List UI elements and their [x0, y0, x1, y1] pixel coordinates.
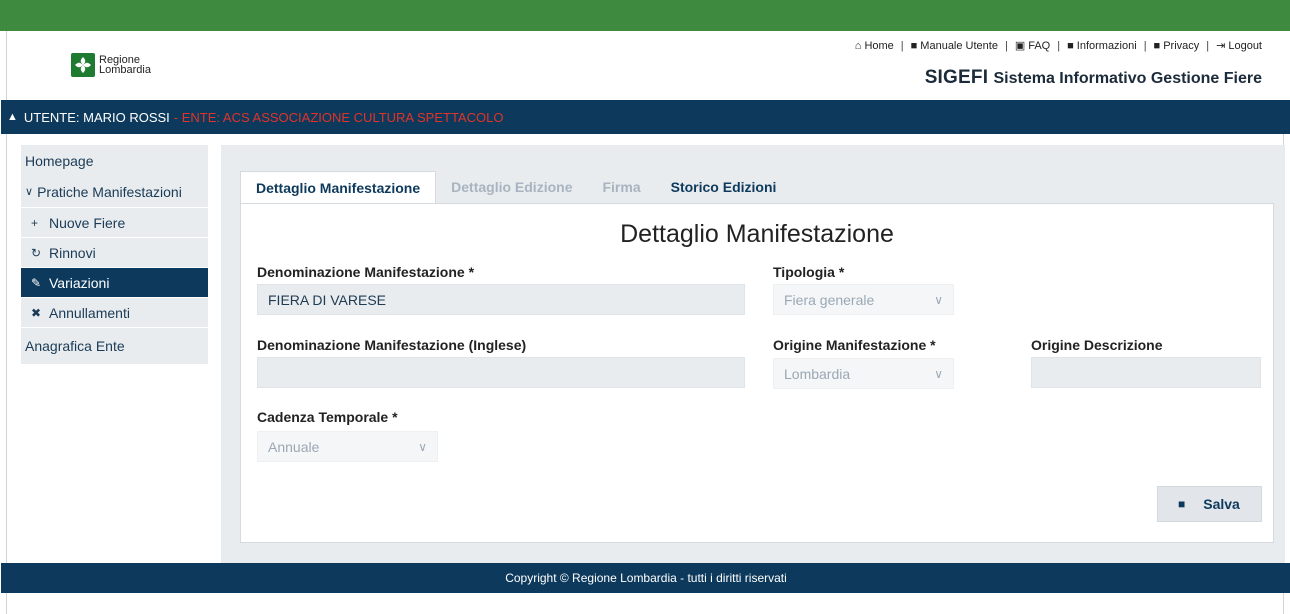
denominazione-value: FIERA DI VARESE	[268, 291, 386, 308]
separator: |	[900, 40, 904, 52]
refresh-icon: ↻	[31, 245, 42, 260]
faq-icon: ▣	[1014, 39, 1026, 52]
cadenza-label: Cadenza Temporale *	[257, 409, 398, 425]
separator: |	[1057, 40, 1061, 52]
logo-line2: Lombardia	[99, 64, 151, 76]
separator: |	[1143, 40, 1147, 52]
origine-descrizione-input[interactable]	[1031, 357, 1261, 388]
sidebar-item-label: Annullamenti	[49, 304, 130, 321]
plus-icon: +	[31, 215, 39, 230]
denominazione-input[interactable]: FIERA DI VARESE	[257, 284, 745, 315]
chevron-down-icon: ∨	[418, 439, 427, 454]
header: Regione Lombardia ⌂ Home | ■ Manuale Utent…	[7, 31, 1285, 100]
footer-text: Copyright © Regione Lombardia - tutti i …	[505, 571, 787, 585]
sidebar-group-label: Pratiche Manifestazioni	[37, 183, 182, 200]
document-icon: ■	[1067, 39, 1074, 52]
lombardia-rose-icon	[71, 53, 95, 77]
save-button[interactable]: ■ Salva	[1157, 486, 1262, 522]
origine-descrizione-label: Origine Descrizione	[1031, 337, 1163, 353]
sidebar-item-label: Rinnovi	[49, 244, 96, 261]
chevron-down-icon: ∨	[934, 366, 943, 381]
sidebar-item-variazioni[interactable]: ✎ Variazioni	[21, 267, 208, 297]
chevron-down-icon: ∨	[25, 186, 34, 198]
denominazione-en-label: Denominazione Manifestazione (Inglese)	[257, 337, 527, 353]
user-icon: ▲	[7, 111, 18, 123]
app-title: SIGEFI Sistema Informativo Gestione Fier…	[925, 67, 1262, 89]
faq-link[interactable]: ▣ FAQ	[1015, 40, 1050, 52]
sidebar-item-rinnovi[interactable]: ↻ Rinnovi	[21, 237, 208, 267]
pencil-icon: ✎	[31, 275, 42, 290]
app-frame: Regione Lombardia ⌂ Home | ■ Manuale Utent…	[1, 31, 1290, 614]
manuale-link[interactable]: ■ Manuale Utente	[911, 40, 998, 52]
tipologia-label: Tipologia *	[773, 264, 845, 280]
user-bar: ▲ UTENTE: MARIO ROSSI - ENTE: ACS ASSOCI…	[1, 100, 1290, 134]
privacy-link[interactable]: ■ Privacy	[1154, 40, 1200, 52]
user-name: UTENTE: MARIO ROSSI	[23, 109, 170, 125]
tab-dettaglio-manifestazione[interactable]: Dettaglio Manifestazione	[240, 171, 437, 203]
sidebar-group-pratiche[interactable]: ∨ Pratiche Manifestazioni	[21, 176, 208, 207]
top-green-bar	[0, 0, 1290, 31]
sidebar-item-anagrafica[interactable]: Anagrafica Ente	[21, 327, 208, 364]
denominazione-label: Denominazione Manifestazione *	[257, 264, 475, 280]
home-link[interactable]: ⌂ Home	[855, 40, 894, 52]
top-links: ⌂ Home | ■ Manuale Utente | ▣ FAQ | ■ Inform…	[855, 40, 1262, 52]
tipologia-value: Fiera generale	[784, 291, 875, 308]
chevron-down-icon: ∨	[934, 292, 943, 307]
home-icon: ⌂	[854, 39, 862, 52]
document-icon: ■	[1153, 39, 1161, 52]
separator: |	[1206, 40, 1210, 52]
sidebar-item-label: Variazioni	[49, 274, 110, 291]
tab-firma[interactable]: Firma	[587, 171, 655, 203]
sidebar: Homepage ∨ Pratiche Manifestazioni + Nuo…	[21, 145, 208, 380]
origine-value: Lombardia	[784, 365, 851, 382]
app-acronym: SIGEFI	[924, 67, 989, 88]
tab-dettaglio-edizione[interactable]: Dettaglio Edizione	[436, 171, 587, 203]
cadenza-select[interactable]: Annuale ∨	[257, 431, 438, 462]
floppy-icon: ■	[1178, 497, 1186, 511]
sidebar-item-label: Homepage	[25, 152, 94, 169]
tab-storico-edizioni[interactable]: Storico Edizioni	[656, 171, 792, 203]
footer: Copyright © Regione Lombardia - tutti i …	[1, 563, 1290, 593]
trash-icon: ✖	[31, 305, 42, 320]
form-title: Dettaglio Manifestazione	[620, 220, 894, 248]
separator: |	[1004, 40, 1008, 52]
save-label: Salva	[1203, 496, 1240, 512]
document-icon: ■	[910, 39, 918, 52]
sidebar-item-nuove-fiere[interactable]: + Nuove Fiere	[21, 207, 208, 237]
sidebar-item-label: Anagrafica Ente	[25, 338, 125, 354]
logout-icon: ⇥	[1216, 39, 1226, 52]
regione-lombardia-logo[interactable]: Regione Lombardia	[71, 53, 151, 77]
cadenza-value: Annuale	[268, 438, 320, 455]
main-content: Dettaglio Manifestazione Dettaglio Edizi…	[221, 145, 1285, 563]
form-panel: Dettaglio Manifestazione Denominazione M…	[240, 203, 1274, 543]
sidebar-item-annullamenti[interactable]: ✖ Annullamenti	[21, 297, 208, 327]
sidebar-item-label: Nuove Fiere	[49, 214, 126, 231]
origine-select[interactable]: Lombardia ∨	[773, 358, 954, 389]
tipologia-select[interactable]: Fiera generale ∨	[773, 284, 954, 315]
denominazione-en-input[interactable]	[257, 357, 745, 388]
tab-bar: Dettaglio Manifestazione Dettaglio Edizi…	[240, 171, 791, 203]
logout-link[interactable]: ⇥ Logout	[1216, 40, 1262, 52]
informazioni-link[interactable]: ■ Informazioni	[1067, 40, 1137, 52]
origine-label: Origine Manifestazione *	[773, 337, 936, 353]
sidebar-item-homepage[interactable]: Homepage	[21, 145, 208, 176]
app-name: Sistema Informativo Gestione Fiere	[993, 70, 1262, 87]
ente-name: - ENTE: ACS ASSOCIAZIONE CULTURA SPETTAC…	[173, 109, 504, 125]
